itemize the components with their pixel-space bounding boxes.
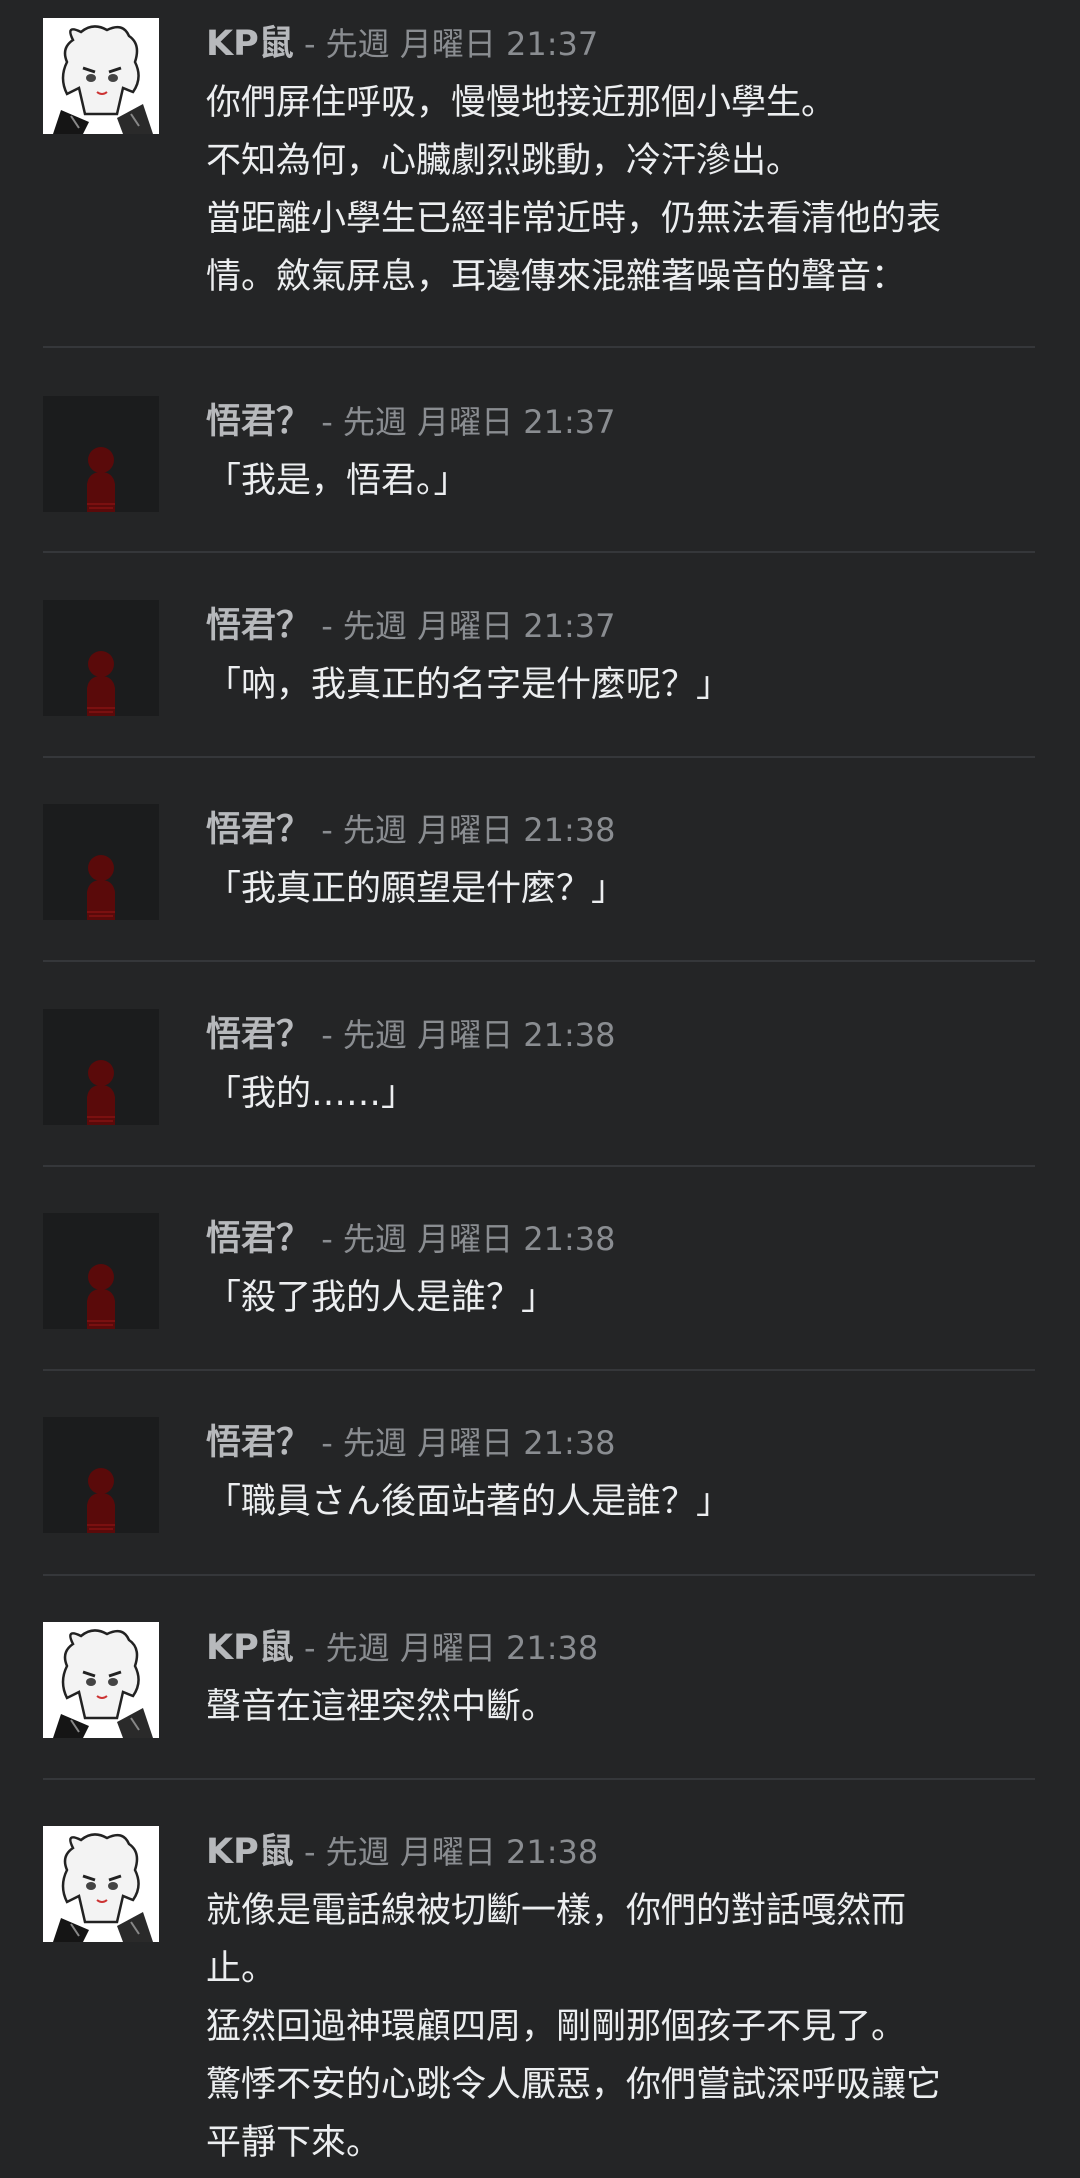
chat-log: KP鼠 - 先週 月曜日 21:37 你們屏住呼吸，慢慢地接近那個小學生。 不知… (0, 0, 1080, 2178)
timestamp: 先週 月曜日 21:37 (325, 25, 599, 63)
timestamp: 先週 月曜日 21:38 (342, 811, 616, 849)
avatar[interactable] (43, 804, 159, 920)
timestamp: 先週 月曜日 21:37 (342, 607, 616, 645)
message-text: 「我是，悟君。」 (206, 461, 469, 501)
message-divider (43, 1165, 1035, 1167)
silhouette-avatar-icon (43, 1417, 159, 1533)
message-header: 悟君？ - 先週 月曜日 21:38 (206, 804, 615, 856)
timestamp: 先週 月曜日 21:38 (325, 1629, 599, 1667)
author-name[interactable]: KP鼠 (206, 1628, 294, 1668)
avatar[interactable] (43, 1417, 159, 1533)
message-header: 悟君？ - 先週 月曜日 21:37 (206, 396, 615, 448)
author-name[interactable]: 悟君？ (206, 1219, 311, 1259)
avatar[interactable] (43, 18, 159, 134)
timestamp: 先週 月曜日 21:38 (325, 1833, 599, 1871)
avatar[interactable] (43, 1009, 159, 1125)
message-text: 就像是電話線被切斷一樣，你們的對話嘎然而 止。 猛然回過神環顧四周，剛剛那個孩子… (206, 1891, 942, 2163)
message-header: KP鼠 - 先週 月曜日 21:38 (206, 1622, 598, 1674)
message-divider (43, 1369, 1035, 1371)
author-name[interactable]: KP鼠 (206, 24, 294, 64)
timestamp: 先週 月曜日 21:38 (342, 1424, 616, 1462)
message-text: 「殺了我的人是誰？」 (206, 1278, 557, 1318)
silhouette-avatar-icon (43, 600, 159, 716)
message-divider (43, 756, 1035, 758)
message-text: 你們屏住呼吸，慢慢地接近那個小學生。 不知為何，心臟劇烈跳動，冷汗滲出。 當距離… (206, 83, 942, 297)
avatar[interactable] (43, 600, 159, 716)
message-header: 悟君？ - 先週 月曜日 21:37 (206, 600, 615, 652)
message-header: 悟君？ - 先週 月曜日 21:38 (206, 1213, 615, 1265)
author-name[interactable]: 悟君？ (206, 810, 311, 850)
message-text: 「我的……」 (206, 1074, 417, 1114)
separator: - (293, 1833, 326, 1871)
message-text: 「職員さん後面站著的人是誰？」 (206, 1482, 732, 1522)
author-name[interactable]: 悟君？ (206, 402, 311, 442)
silhouette-avatar-icon (43, 1213, 159, 1329)
timestamp: 先週 月曜日 21:37 (342, 403, 616, 441)
message-header: 悟君？ - 先週 月曜日 21:38 (206, 1009, 615, 1061)
message-divider (43, 551, 1035, 553)
user-avatar-icon (43, 18, 159, 134)
separator: - (311, 1016, 343, 1054)
author-name[interactable]: KP鼠 (206, 1832, 294, 1872)
silhouette-avatar-icon (43, 396, 159, 512)
message-text: 聲音在這裡突然中斷。 (206, 1687, 557, 1727)
avatar[interactable] (43, 396, 159, 512)
message-header: 悟君？ - 先週 月曜日 21:38 (206, 1417, 615, 1469)
separator: - (293, 1629, 326, 1667)
separator: - (311, 403, 343, 441)
separator: - (311, 1424, 343, 1462)
timestamp: 先週 月曜日 21:38 (342, 1220, 616, 1258)
separator: - (311, 1220, 343, 1258)
avatar[interactable] (43, 1826, 159, 1942)
separator: - (311, 607, 343, 645)
avatar[interactable] (43, 1213, 159, 1329)
avatar[interactable] (43, 1622, 159, 1738)
message-header: KP鼠 - 先週 月曜日 21:38 (206, 1826, 598, 1878)
silhouette-avatar-icon (43, 804, 159, 920)
message-divider (43, 1778, 1035, 1780)
timestamp: 先週 月曜日 21:38 (342, 1016, 616, 1054)
message-divider (43, 346, 1035, 348)
message-divider (43, 960, 1035, 962)
silhouette-avatar-icon (43, 1009, 159, 1125)
author-name[interactable]: 悟君？ (206, 1423, 311, 1463)
message-text: 「我真正的願望是什麼？」 (206, 869, 627, 909)
user-avatar-icon (43, 1622, 159, 1738)
user-avatar-icon (43, 1826, 159, 1942)
message-header: KP鼠 - 先週 月曜日 21:37 (206, 18, 598, 70)
author-name[interactable]: 悟君？ (206, 1015, 311, 1055)
message-text: 「吶，我真正的名字是什麼呢？」 (206, 665, 732, 705)
separator: - (293, 25, 326, 63)
message-divider (43, 1574, 1035, 1576)
author-name[interactable]: 悟君？ (206, 606, 311, 646)
separator: - (311, 811, 343, 849)
